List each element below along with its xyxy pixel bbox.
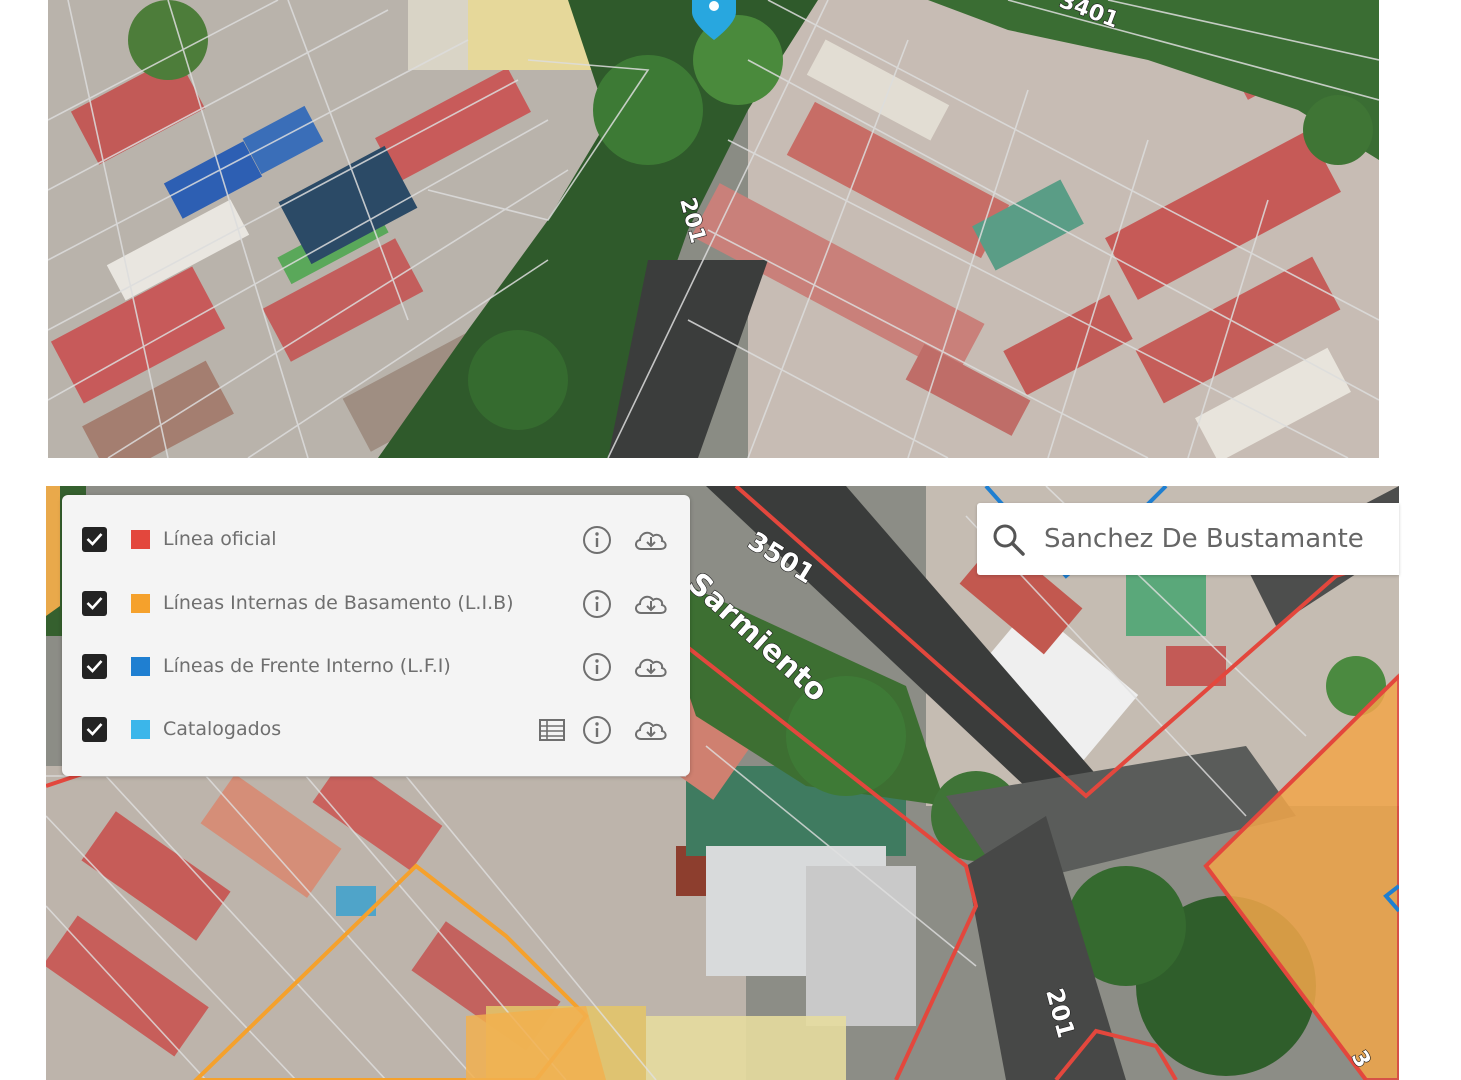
- legend-row-linea-oficial: Línea oficial: [62, 520, 690, 560]
- layer-checkbox-linea-oficial[interactable]: [82, 527, 107, 552]
- info-icon[interactable]: [581, 525, 613, 555]
- cloud-download-icon[interactable]: [632, 525, 670, 555]
- satellite-map-top[interactable]: 3401 201: [48, 0, 1379, 458]
- search-input[interactable]: [1044, 519, 1394, 559]
- cloud-download-icon[interactable]: [632, 589, 670, 619]
- info-icon[interactable]: [581, 589, 613, 619]
- layer-label-linea-oficial: Línea oficial: [163, 528, 277, 550]
- map-top-canvas: 3401 201: [48, 0, 1379, 458]
- layer-checkbox-lib[interactable]: [82, 591, 107, 616]
- layer-swatch-catalogados: [131, 720, 150, 739]
- legend-row-catalogados: Catalogados: [62, 710, 690, 750]
- legend-row-lib: Líneas Internas de Basamento (L.I.B): [62, 584, 690, 624]
- layer-swatch-lfi: [131, 657, 150, 676]
- layer-label-catalogados: Catalogados: [163, 718, 282, 740]
- layer-label-lfi: Líneas de Frente Interno (L.F.I): [163, 655, 451, 677]
- legend-row-lfi: Líneas de Frente Interno (L.F.I): [62, 647, 690, 687]
- info-icon[interactable]: [581, 715, 613, 745]
- layer-label-lib: Líneas Internas de Basamento (L.I.B): [163, 592, 514, 614]
- info-icon[interactable]: [581, 652, 613, 682]
- address-search-box: [977, 503, 1399, 575]
- layer-swatch-lib: [131, 594, 150, 613]
- cloud-download-icon[interactable]: [632, 652, 670, 682]
- layer-checkbox-lfi[interactable]: [82, 654, 107, 679]
- cloud-download-icon[interactable]: [632, 715, 670, 745]
- table-icon[interactable]: [536, 715, 568, 745]
- search-icon[interactable]: [991, 522, 1027, 558]
- layer-checkbox-catalogados[interactable]: [82, 717, 107, 742]
- layer-legend-panel: Línea oficial Líneas Internas de Basamen…: [62, 495, 690, 776]
- layer-swatch-linea-oficial: [131, 530, 150, 549]
